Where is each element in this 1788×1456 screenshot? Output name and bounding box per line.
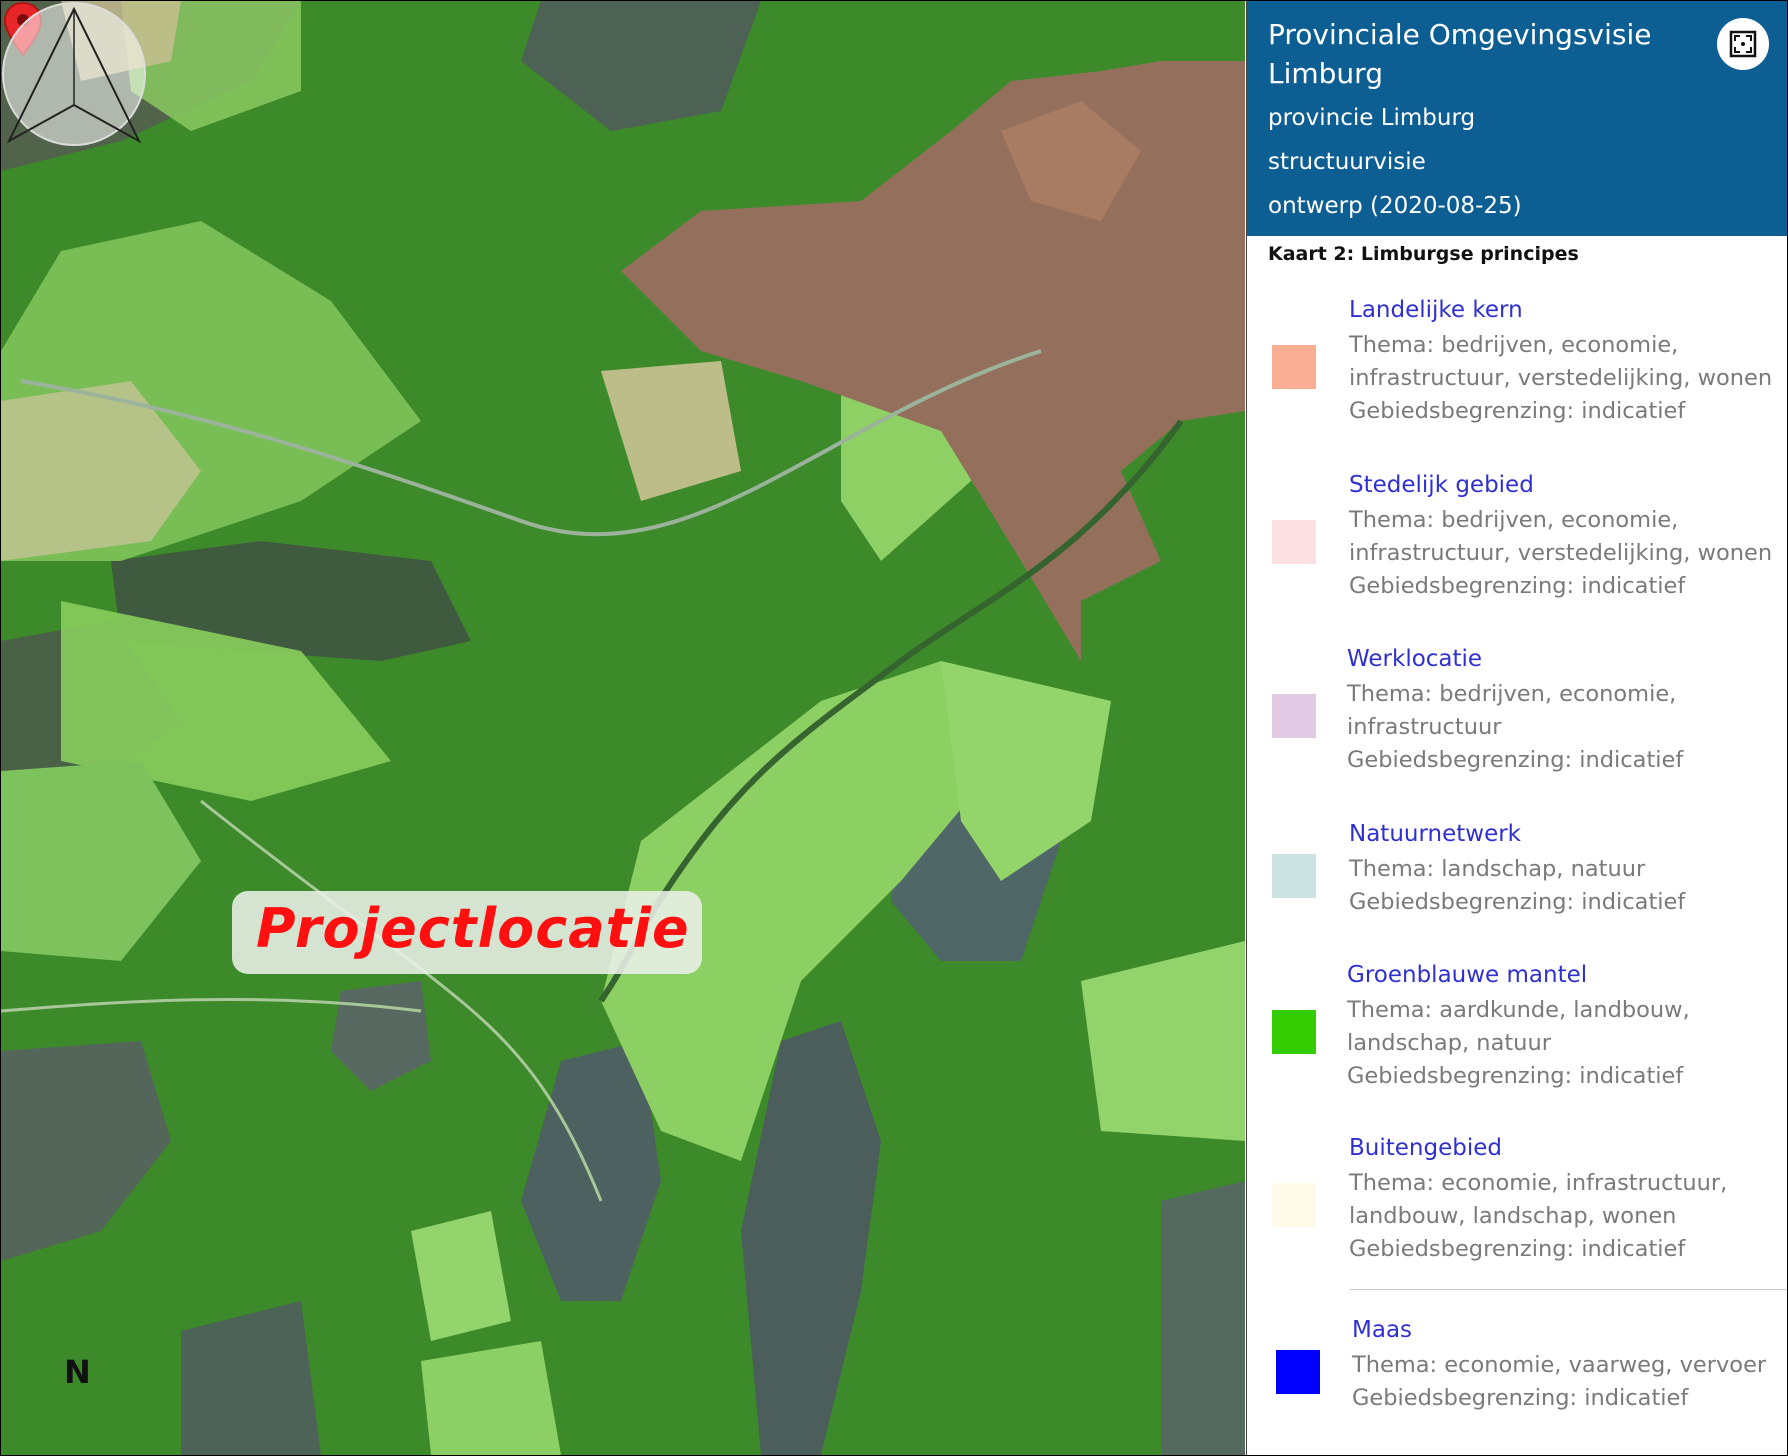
field-area xyxy=(421,1341,561,1455)
fullscreen-button[interactable] xyxy=(1717,18,1769,70)
panel-header: Provinciale Omgevingsvisie Limburg provi… xyxy=(1247,1,1787,236)
legend-item-name[interactable]: Werklocatie xyxy=(1347,646,1482,672)
legend-item-name[interactable]: Maas xyxy=(1352,1317,1412,1343)
legend-item-name[interactable]: Groenblauwe mantel xyxy=(1347,962,1587,988)
legend-swatch xyxy=(1272,694,1316,738)
plan-authority: provincie Limburg xyxy=(1268,105,1476,131)
plan-title: Provinciale Omgevingsvisie Limburg xyxy=(1268,18,1652,90)
legend-item-name[interactable]: Natuurnetwerk xyxy=(1349,821,1521,847)
legend-divider xyxy=(1350,1289,1787,1290)
plan-status: ontwerp (2020-08-25) xyxy=(1268,193,1522,219)
compass-icon xyxy=(2,2,146,146)
legend-swatch xyxy=(1276,1350,1320,1394)
map-caption: Kaart 2: Limburgse principes xyxy=(1268,243,1579,265)
fullscreen-icon xyxy=(1729,30,1757,58)
legend-panel: Provinciale Omgevingsvisie Limburg provi… xyxy=(1246,1,1787,1455)
legend-swatch xyxy=(1272,1010,1316,1054)
project-location-label: Projectlocatie xyxy=(232,891,702,974)
legend-item-description: Thema: landschap, natuur Gebiedsbegrenzin… xyxy=(1349,856,1686,915)
legend-item-name[interactable]: Landelijke kern xyxy=(1349,297,1523,323)
plan-type: structuurvisie xyxy=(1268,149,1426,175)
legend-item-name[interactable]: Stedelijk gebied xyxy=(1349,472,1534,498)
legend-swatch xyxy=(1272,520,1316,564)
legend-item-description: Thema: bedrijven, economie, infrastructuu… xyxy=(1347,681,1684,773)
map-frame: Projectlocatie N Provinciale Omgevingsvi… xyxy=(0,0,1788,1456)
legend-item-description: Thema: bedrijven, economie, infrastructuu… xyxy=(1349,332,1773,424)
map-canvas[interactable] xyxy=(1,1,1245,1455)
legend-item-description: Thema: aardkunde, landbouw, landschap, na… xyxy=(1347,997,1690,1089)
map-view[interactable]: Projectlocatie N xyxy=(1,1,1245,1455)
legend-swatch xyxy=(1272,345,1316,389)
legend-swatch xyxy=(1272,854,1316,898)
compass-north-label: N xyxy=(64,1353,91,1391)
project-location-text: Projectlocatie xyxy=(256,897,690,960)
legend-item-description: Thema: bedrijven, economie, infrastructuu… xyxy=(1349,507,1773,599)
legend-item-description: Thema: economie, vaarweg, vervoer Gebieds… xyxy=(1352,1352,1767,1411)
forest-area xyxy=(1161,1181,1245,1455)
legend-item-description: Thema: economie, infrastructuur, landbouw… xyxy=(1349,1170,1728,1262)
legend-swatch xyxy=(1272,1183,1316,1227)
legend-item-name[interactable]: Buitengebied xyxy=(1349,1135,1502,1161)
